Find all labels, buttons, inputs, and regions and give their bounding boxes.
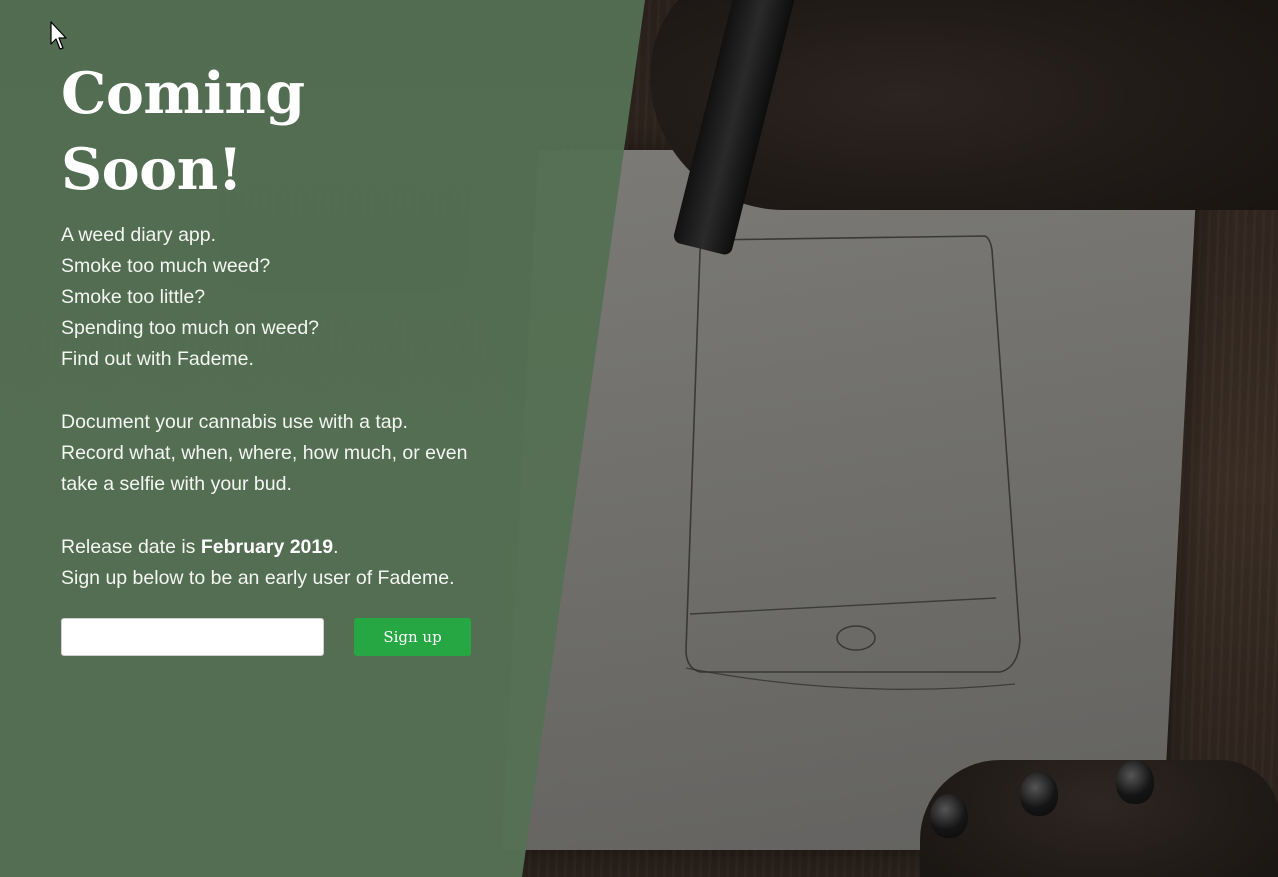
intro-line: Smoke too little? — [61, 286, 206, 308]
intro-line: Smoke too much weed? — [61, 255, 271, 277]
page-title: Coming Soon! — [61, 60, 305, 203]
background-fingers — [920, 760, 1278, 877]
mouse-cursor-icon — [50, 21, 67, 50]
landing-page: Coming Soon! A weed diary app. Smoke too… — [0, 0, 1278, 877]
intro-lines: A weed diary app. Smoke too much weed? S… — [61, 220, 501, 375]
signup-button[interactable]: Sign up — [354, 618, 471, 656]
release-prefix: Release date is — [61, 536, 201, 558]
intro-line: A weed diary app. — [61, 224, 217, 246]
fingernail — [1020, 772, 1058, 816]
intro-line: Spending too much on weed? — [61, 317, 320, 339]
release-suffix: . — [333, 536, 339, 558]
description-paragraph: Document your cannabis use with a tap. R… — [61, 411, 468, 495]
email-input[interactable] — [61, 618, 324, 656]
release-date: February 2019 — [200, 536, 334, 558]
fingernail — [930, 794, 968, 838]
intro-line: Find out with Fademe. — [61, 348, 254, 370]
signup-prompt: Sign up below to be an early user of Fad… — [61, 567, 455, 589]
release-date-line: Release date is February 2019. — [61, 532, 501, 563]
fingernail — [1116, 760, 1154, 804]
signup-form: Sign up — [61, 618, 501, 656]
hero-content: Coming Soon! A weed diary app. Smoke too… — [61, 56, 501, 656]
release-info: Release date is February 2019. Sign up b… — [61, 532, 501, 594]
